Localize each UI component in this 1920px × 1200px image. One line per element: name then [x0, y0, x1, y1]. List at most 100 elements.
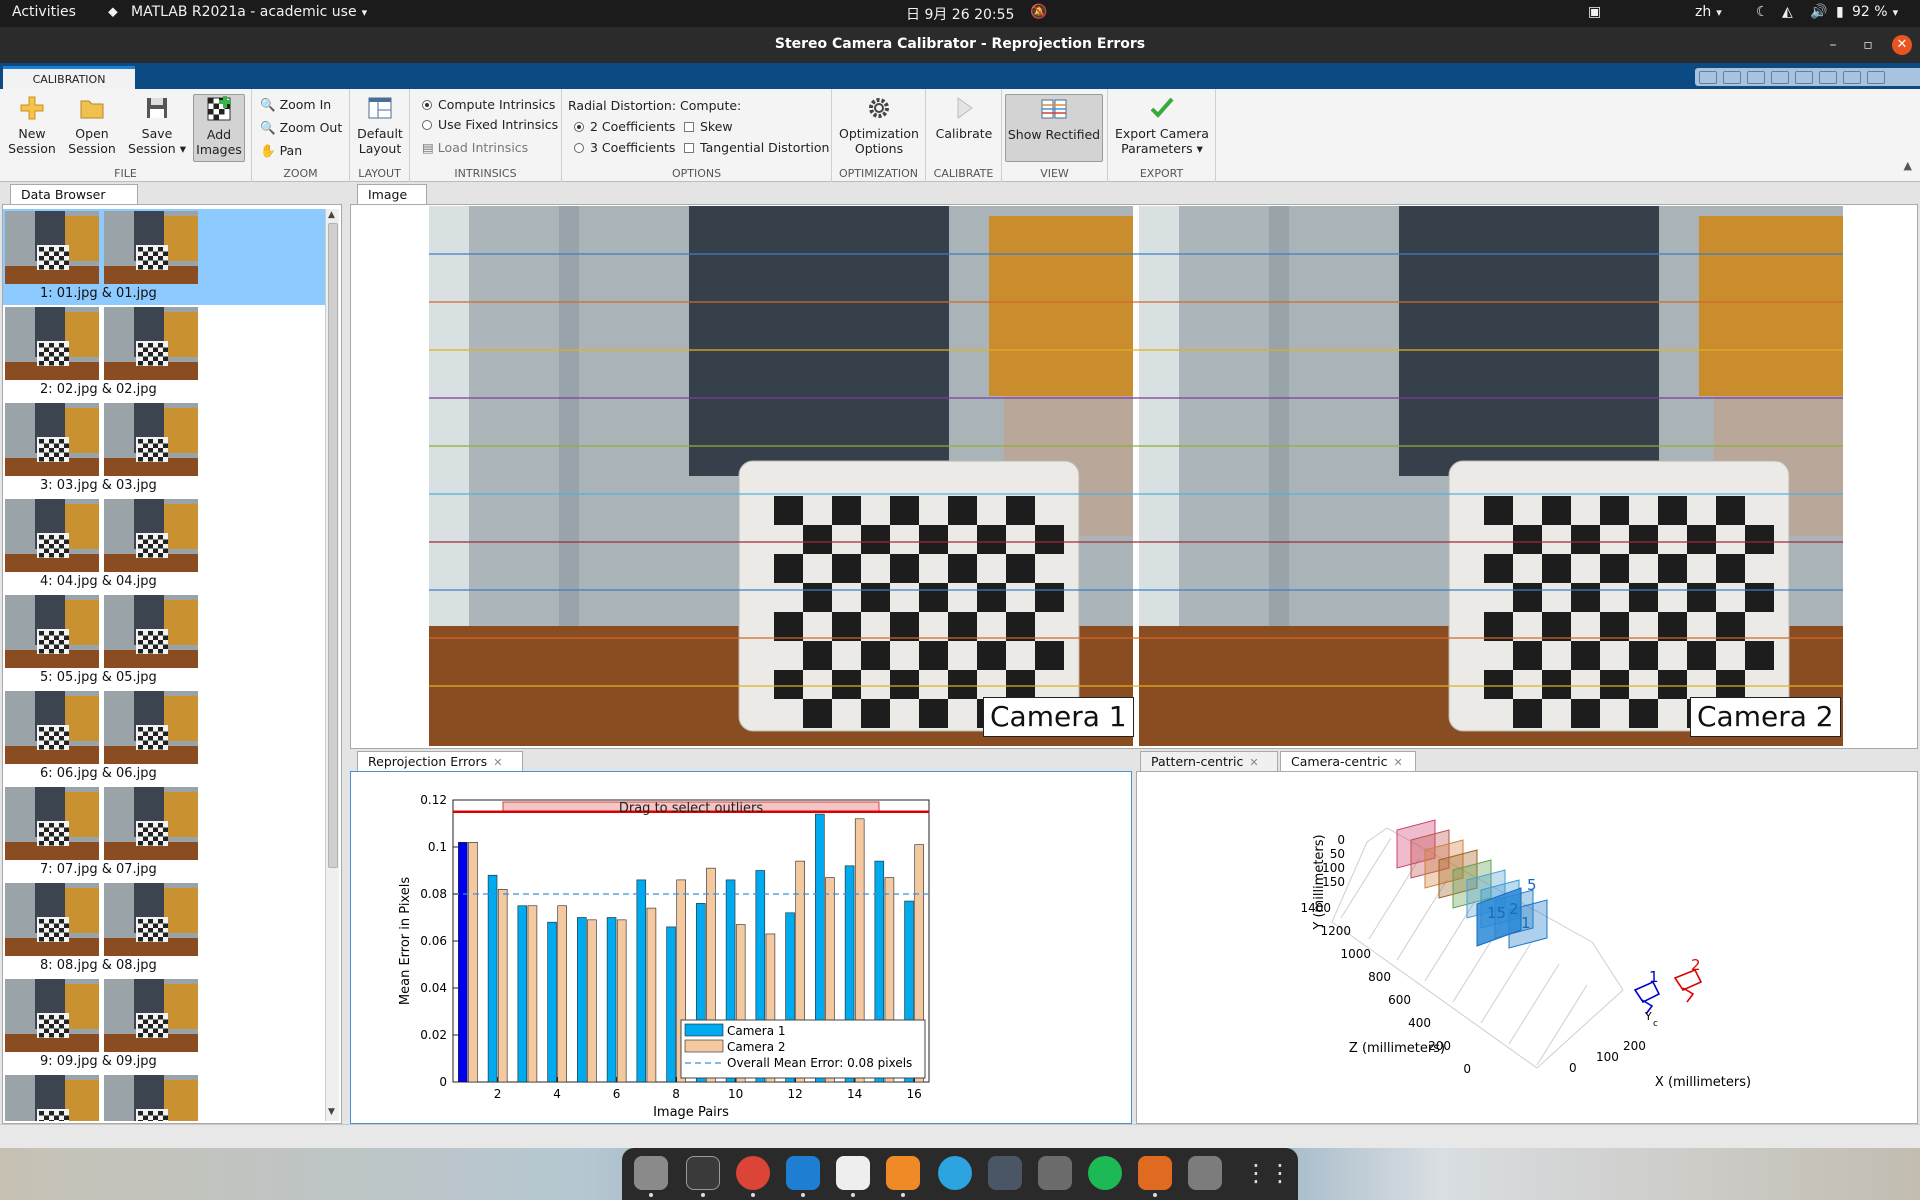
- app-menu[interactable]: MATLAB R2021a - academic use: [131, 4, 367, 20]
- maximize-icon[interactable]: ▫: [1858, 35, 1878, 55]
- list-item[interactable]: [3, 1073, 325, 1121]
- image-pair-list[interactable]: 1: 01.jpg & 01.jpg 2: 02.jpg & 02.jpg 3: 0…: [3, 209, 325, 1121]
- list-item[interactable]: 2: 02.jpg & 02.jpg: [3, 305, 325, 401]
- checker-square: [803, 583, 832, 612]
- matlab-icon[interactable]: [1138, 1156, 1172, 1190]
- skew-checkbox[interactable]: Skew: [684, 119, 733, 134]
- pattern-label: 15: [1487, 904, 1506, 922]
- list-item[interactable]: 8: 08.jpg & 08.jpg: [3, 881, 325, 977]
- list-item[interactable]: 5: 05.jpg & 05.jpg: [3, 593, 325, 689]
- list-item[interactable]: 4: 04.jpg & 04.jpg: [3, 497, 325, 593]
- default-layout-button[interactable]: Default Layout: [354, 94, 406, 156]
- copy-icon[interactable]: [1747, 71, 1765, 84]
- minimize-icon[interactable]: –: [1823, 35, 1843, 55]
- spotify-icon[interactable]: [1088, 1156, 1122, 1190]
- chrome-icon[interactable]: [736, 1156, 770, 1190]
- thumb-square: [49, 631, 54, 636]
- checker-square: [1484, 554, 1513, 583]
- thumb-square: [158, 544, 163, 549]
- close-tab-icon[interactable]: ✕: [1249, 756, 1258, 769]
- battery-level[interactable]: 92 %: [1852, 4, 1898, 20]
- layout-icon[interactable]: [1843, 71, 1861, 84]
- pan-button[interactable]: ✋ Pan: [260, 143, 302, 159]
- list-item-label: 6: 06.jpg & 06.jpg: [40, 766, 157, 781]
- tab-pattern-centric[interactable]: Pattern-centric ✕: [1140, 751, 1278, 771]
- trash-icon[interactable]: [1188, 1156, 1222, 1190]
- show-rectified-button[interactable]: Show Rectified: [1005, 94, 1103, 162]
- export-camera-parameters-button[interactable]: Export Camera Parameters ▾: [1112, 94, 1212, 156]
- paste-icon[interactable]: [1771, 71, 1789, 84]
- collapse-ribbon-icon[interactable]: ▲: [1904, 159, 1912, 172]
- three-coefficients-radio[interactable]: 3 Coefficients: [574, 140, 675, 155]
- open-session-button[interactable]: Open Session: [66, 94, 118, 156]
- list-item[interactable]: 3: 03.jpg & 03.jpg: [3, 401, 325, 497]
- use-fixed-intrinsics-radio[interactable]: Use Fixed Intrinsics: [422, 117, 558, 132]
- calibrate-button[interactable]: Calibrate: [932, 94, 996, 141]
- scrollbar-thumb[interactable]: [328, 223, 338, 868]
- z-tick-label: 1200: [1320, 924, 1351, 938]
- rectified-stereo-image[interactable]: [429, 206, 1843, 746]
- redo-icon[interactable]: [1819, 71, 1837, 84]
- thumb-square: [153, 644, 158, 649]
- clock[interactable]: 日 9月 26 20:55: [906, 4, 1014, 24]
- app-grid-icon[interactable]: ⋮⋮: [1244, 1156, 1292, 1190]
- tangential-distortion-checkbox[interactable]: Tangential Distortion: [684, 140, 829, 155]
- sublime-icon[interactable]: [886, 1156, 920, 1190]
- close-tab-icon[interactable]: ✕: [493, 756, 502, 769]
- zoom-out-button[interactable]: 🔍 Zoom Out: [260, 120, 342, 136]
- bar-camera1: [547, 921, 557, 1083]
- terminal-icon[interactable]: [686, 1156, 720, 1190]
- load-intrinsics-button[interactable]: ▤ Load Intrinsics: [422, 140, 528, 155]
- group-label-export: EXPORT: [1139, 167, 1184, 180]
- tab-data-browser[interactable]: Data Browser: [10, 184, 138, 204]
- tab-image[interactable]: Image: [357, 184, 427, 204]
- thumb-square: [49, 919, 54, 924]
- list-item[interactable]: 1: 01.jpg & 01.jpg: [3, 209, 325, 305]
- thumb-square: [59, 841, 64, 846]
- z-axis-label: Z (millimeters): [1349, 1041, 1445, 1056]
- browser-scrollbar[interactable]: ▲ ▼: [325, 209, 339, 1121]
- document-viewer-icon[interactable]: [836, 1156, 870, 1190]
- thumb-square: [49, 832, 54, 837]
- telegram-icon[interactable]: [938, 1156, 972, 1190]
- tab-calibration[interactable]: CALIBRATION: [3, 66, 135, 89]
- scroll-down-icon[interactable]: ▼: [328, 1107, 335, 1117]
- new-session-button[interactable]: New Session: [6, 94, 58, 156]
- tab-reprojection-errors[interactable]: Reprojection Errors ✕: [357, 751, 523, 771]
- list-item[interactable]: 9: 09.jpg & 09.jpg: [3, 977, 325, 1073]
- thumb-square: [39, 745, 44, 750]
- extrinsics-3d-plot[interactable]: Y (millimeters) 0501001501400120010008006…: [1137, 772, 1917, 1123]
- tab-camera-centric[interactable]: Camera-centric ✕: [1280, 751, 1416, 771]
- image-separator: [1133, 206, 1139, 746]
- close-icon[interactable]: ✕: [1892, 35, 1912, 55]
- compute-intrinsics-radio[interactable]: Compute Intrinsics: [422, 97, 555, 112]
- thumb-square: [49, 823, 54, 828]
- save-icon[interactable]: [1699, 71, 1717, 84]
- activities-button[interactable]: Activities: [12, 4, 76, 20]
- thumb-square: [49, 1033, 54, 1038]
- scroll-up-icon[interactable]: ▲: [328, 210, 335, 220]
- language-indicator[interactable]: zh: [1695, 4, 1722, 20]
- gimp-icon[interactable]: [1038, 1156, 1072, 1190]
- vscode-icon[interactable]: [786, 1156, 820, 1190]
- meld-icon[interactable]: [988, 1156, 1022, 1190]
- list-item[interactable]: 7: 07.jpg & 07.jpg: [3, 785, 325, 881]
- cut-icon[interactable]: [1723, 71, 1741, 84]
- thumb-square: [148, 535, 153, 540]
- undo-icon[interactable]: [1795, 71, 1813, 84]
- files-icon[interactable]: [634, 1156, 668, 1190]
- camera2-label: Camera 2: [1690, 697, 1841, 737]
- add-images-button[interactable]: Add Images: [193, 94, 245, 162]
- tray-icon[interactable]: ▣: [1588, 4, 1601, 20]
- checker-square: [1035, 583, 1064, 612]
- save-session-button[interactable]: Save Session ▾: [126, 94, 188, 156]
- close-tab-icon[interactable]: ✕: [1393, 756, 1402, 769]
- help-icon[interactable]: [1867, 71, 1885, 84]
- thumb-square: [59, 928, 64, 933]
- zoom-in-button[interactable]: 🔍 Zoom In: [260, 97, 331, 113]
- two-coefficients-radio[interactable]: 2 Coefficients: [574, 119, 675, 134]
- legend: Camera 1 Camera 2 Overall Mean Error: 0.08…: [680, 1019, 926, 1079]
- optimization-options-button[interactable]: Optimization Options: [838, 94, 920, 156]
- list-item[interactable]: 6: 06.jpg & 06.jpg: [3, 689, 325, 785]
- reprojection-error-chart[interactable]: Drag to select outliers 0 0.02 0.04 0.06 0.08…: [351, 772, 1131, 1123]
